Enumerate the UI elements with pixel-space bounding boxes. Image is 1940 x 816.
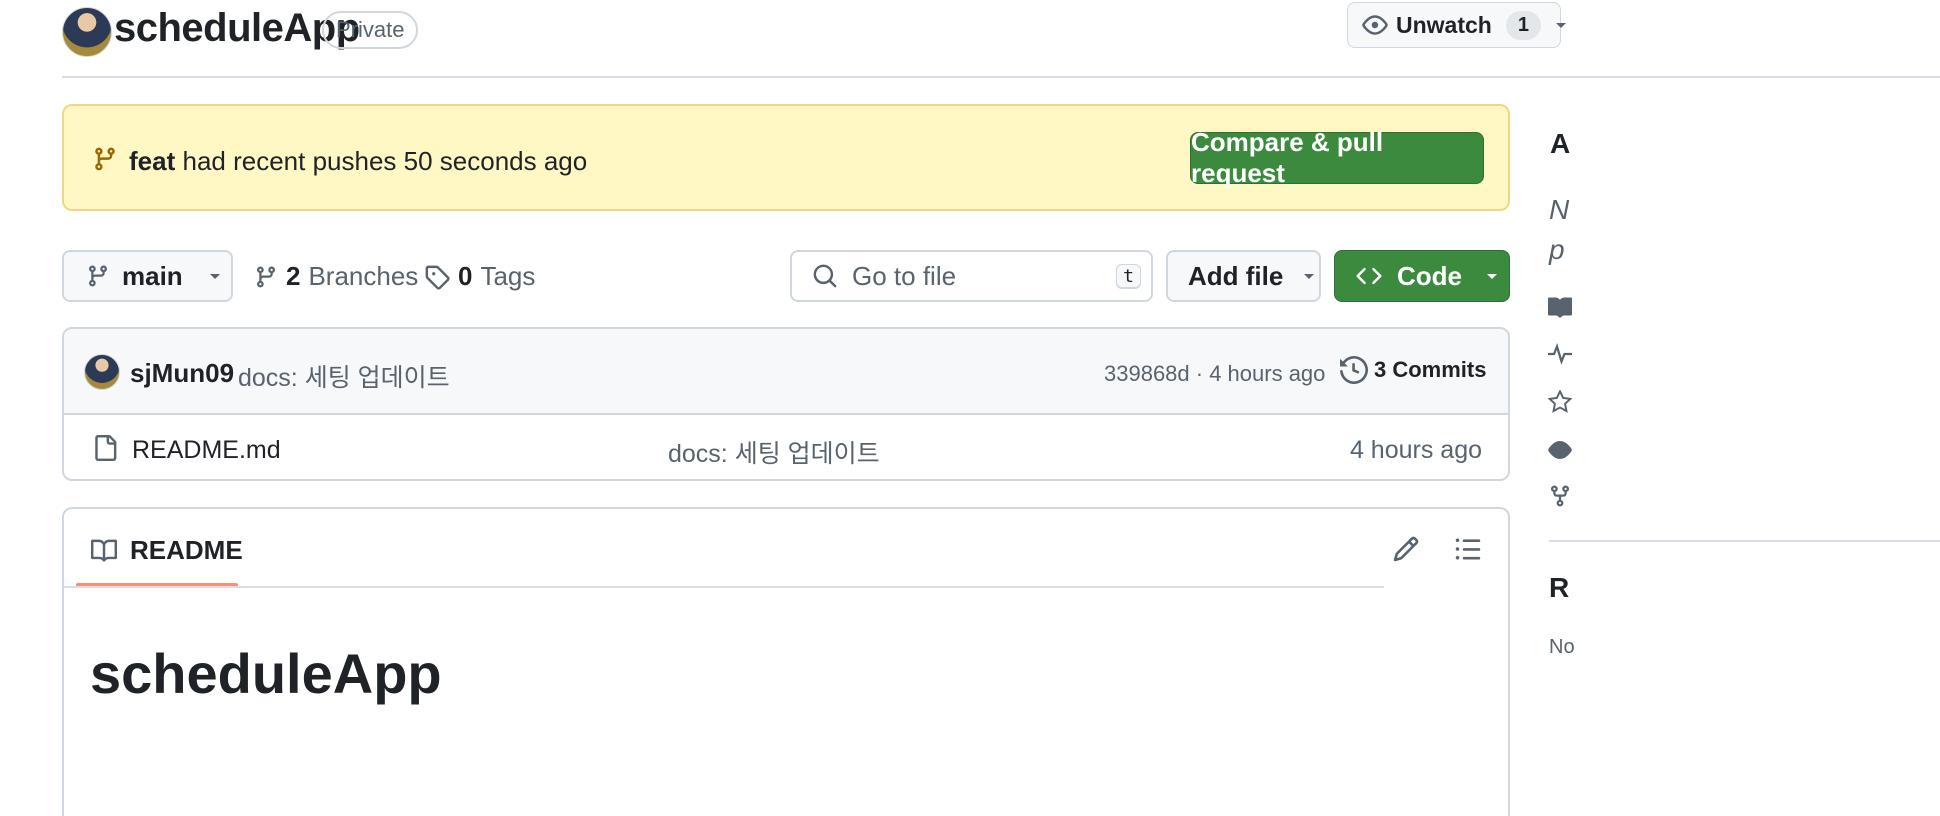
visibility-badge: Private <box>322 11 419 49</box>
about-description-line2: p <box>1549 234 1565 265</box>
book-icon <box>1548 296 1572 320</box>
branches-label: Branches <box>308 261 419 291</box>
about-heading: A <box>1550 128 1571 159</box>
owner-avatar[interactable] <box>62 7 112 57</box>
chevron-down-icon <box>207 268 223 284</box>
compare-pull-request-button[interactable]: Compare & pull request <box>1190 127 1484 188</box>
latest-commit-bar: sjMun09 docs: 세팅 업데이트 339868d · 4 hours … <box>64 329 1508 415</box>
history-icon <box>1340 356 1368 384</box>
readme-tab-label: README <box>130 535 243 565</box>
tags-label: Tags <box>480 261 536 291</box>
code-button[interactable]: Code <box>1334 250 1510 302</box>
code-label: Code <box>1397 260 1462 291</box>
releases-heading[interactable]: R <box>1549 572 1569 604</box>
header-divider <box>62 76 1940 78</box>
watchers-count: 1 <box>1505 10 1541 40</box>
commits-link[interactable]: 3 Commits <box>1340 356 1486 384</box>
unwatch-label: Unwatch <box>1396 11 1492 38</box>
banner-message: feat had recent pushes 50 seconds ago <box>129 146 587 177</box>
commit-author-avatar[interactable] <box>84 354 120 390</box>
readme-heading: scheduleApp <box>90 642 442 705</box>
unwatch-button[interactable]: Unwatch 1 <box>1347 2 1566 48</box>
branch-name-label: main <box>122 260 183 291</box>
readme-tab[interactable]: README <box>90 535 243 566</box>
git-branch-icon <box>92 145 118 173</box>
go-to-file-search[interactable]: Go to file t <box>790 250 1153 302</box>
file-commit-time: 4 hours ago <box>1349 436 1482 464</box>
banner-branch-name[interactable]: feat <box>129 146 175 176</box>
about-description-line1: N <box>1549 194 1570 225</box>
code-icon <box>1355 263 1383 289</box>
readme-panel: README scheduleApp <box>62 507 1510 816</box>
branch-selector-button[interactable]: main <box>62 250 233 302</box>
eye-icon <box>1362 12 1388 38</box>
chevron-down-icon <box>1301 268 1317 284</box>
file-table: sjMun09 docs: 세팅 업데이트 339868d · 4 hours … <box>62 327 1510 481</box>
pencil-icon[interactable] <box>1392 535 1420 563</box>
commit-message[interactable]: docs: 세팅 업데이트 <box>238 358 450 394</box>
releases-subtext: No <box>1549 636 1575 658</box>
git-branch-icon <box>254 264 278 290</box>
branches-count: 2 <box>286 261 301 291</box>
add-file-label: Add file <box>1188 260 1284 291</box>
git-branch-icon <box>86 263 110 289</box>
pulse-icon <box>1548 342 1572 366</box>
chevron-down-icon <box>1484 268 1500 284</box>
keyboard-shortcut-hint: t <box>1116 263 1141 289</box>
table-row[interactable]: README.md docs: 세팅 업데이트 4 hours ago <box>64 415 1508 479</box>
add-file-button[interactable]: Add file <box>1166 250 1321 302</box>
readme-header-divider <box>64 586 1384 588</box>
file-commit-message[interactable]: docs: 세팅 업데이트 <box>668 434 880 470</box>
commit-author[interactable]: sjMun09 <box>130 358 234 389</box>
search-icon <box>812 263 838 289</box>
star-icon <box>1548 390 1572 414</box>
recent-push-banner: feat had recent pushes 50 seconds ago Co… <box>62 104 1510 211</box>
repo-forked-icon <box>1548 484 1572 508</box>
file-name[interactable]: README.md <box>132 436 281 465</box>
book-icon <box>90 538 118 564</box>
tags-link[interactable]: 0 Tags <box>424 261 535 292</box>
tags-count: 0 <box>458 261 473 291</box>
tag-icon <box>424 264 450 290</box>
branches-link[interactable]: 2 Branches <box>254 261 418 292</box>
sidebar-divider <box>1549 540 1940 542</box>
commits-count-label: 3 Commits <box>1374 357 1487 382</box>
chevron-down-icon[interactable] <box>1553 17 1569 33</box>
search-placeholder: Go to file <box>852 260 957 291</box>
eye-icon <box>1548 438 1572 462</box>
commit-hash-time[interactable]: 339868d · 4 hours ago <box>1104 361 1325 387</box>
list-outline-icon[interactable] <box>1454 535 1482 563</box>
banner-text: had recent pushes 50 seconds ago <box>182 146 588 176</box>
file-icon <box>92 434 118 462</box>
